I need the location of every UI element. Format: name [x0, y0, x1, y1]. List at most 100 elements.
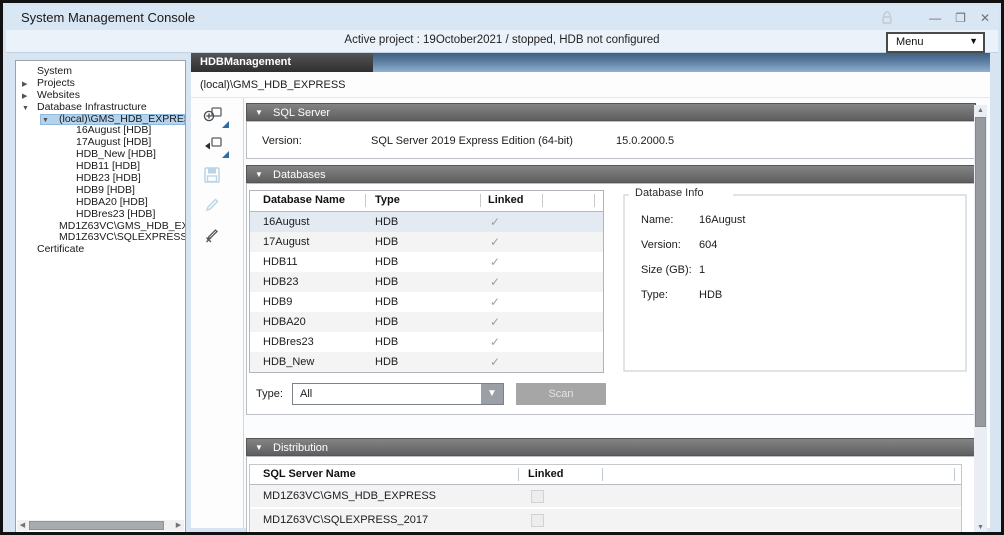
attach-database-button[interactable]	[203, 136, 227, 158]
dropdown-corner-icon	[222, 121, 229, 128]
tree-item-hdbres23-hdb-[interactable]: HDBres23 [HDB]	[16, 209, 185, 221]
maximize-button[interactable]: ❐	[955, 9, 966, 27]
distribution-row[interactable]: MD1Z63VC\SQLEXPRESS_2017	[250, 509, 961, 533]
databases-section-header[interactable]: ▼ Databases	[246, 165, 976, 183]
tree-item-projects[interactable]: ▶Projects	[16, 78, 185, 90]
scroll-right-icon[interactable]: ▶	[173, 520, 184, 531]
tree-item-label: 16August [HDB]	[76, 125, 151, 136]
tree-expanded-arrow-icon[interactable]: ▼	[22, 103, 29, 114]
database-type-cell: HDB	[375, 216, 398, 228]
tree-item-label: Websites	[37, 90, 80, 101]
tree-item-label: (local)\GMS_HDB_EXPRESS	[59, 114, 185, 125]
tree-expanded-arrow-icon[interactable]: ▼	[42, 115, 49, 126]
version-label: Version:	[262, 135, 302, 147]
tree-horizontal-scrollbar[interactable]: ◀ ▶	[17, 520, 184, 531]
app-window: System Management Console — ❐ ✕ Active p…	[0, 0, 1004, 535]
linked-checkbox	[531, 490, 544, 503]
chevron-down-icon: ▼	[969, 36, 978, 46]
tree-item-17august-hdb-[interactable]: 17August [HDB]	[16, 137, 185, 149]
tree-item-md1z63vc-gms-hdb-express[interactable]: MD1Z63VC\GMS_HDB_EXPRESS	[16, 221, 185, 233]
tree-item-system[interactable]: System	[16, 66, 185, 78]
tree-collapsed-arrow-icon[interactable]: ▶	[22, 91, 27, 102]
database-row-hdb11[interactable]: HDB11HDB✓	[250, 252, 603, 272]
scroll-left-icon[interactable]: ◀	[17, 520, 28, 531]
distribution-section-header[interactable]: ▼ Distribution	[246, 438, 976, 456]
tree-item-label: System	[37, 66, 72, 77]
tree-item-websites[interactable]: ▶ Websites	[16, 90, 185, 102]
tree-item-certificate[interactable]: Certificate	[16, 244, 185, 256]
menu-dropdown[interactable]: Menu ▼	[886, 32, 985, 53]
database-row-17august[interactable]: 17AugustHDB✓	[250, 232, 603, 252]
chevron-down-icon[interactable]: ▼	[481, 384, 503, 404]
status-strip: Active project : 19October2021 / stopped…	[6, 30, 998, 53]
info-field-value: HDB	[699, 289, 722, 301]
database-row-hdbres23[interactable]: HDBres23HDB✓	[250, 332, 603, 352]
tab-hdbmanagement[interactable]: HDBManagement	[191, 53, 373, 72]
linked-checkmark-icon: ✓	[490, 275, 500, 289]
tree-item-hdb9-hdb-[interactable]: HDB9 [HDB]	[16, 185, 185, 197]
linked-checkmark-icon: ✓	[490, 315, 500, 329]
linked-checkmark-icon: ✓	[490, 355, 500, 369]
close-button[interactable]: ✕	[980, 9, 990, 27]
database-row-hdba20[interactable]: HDBA20HDB✓	[250, 312, 603, 332]
info-field-row: Version:604	[623, 235, 967, 260]
tree-item-md1z63vc-sqlexpress-2017[interactable]: MD1Z63VC\SQLEXPRESS_2017	[16, 232, 185, 244]
type-filter-dropdown[interactable]: All ▼	[292, 383, 504, 405]
database-row-hdb23[interactable]: HDB23HDB✓	[250, 272, 603, 292]
info-field-value: 604	[699, 239, 717, 251]
sql-server-name-cell: MD1Z63VC\SQLEXPRESS_2017	[263, 514, 428, 526]
tree-collapsed-arrow-icon[interactable]: ▶	[22, 79, 27, 90]
section-title: Distribution	[273, 439, 328, 457]
distribution-table: SQL Server Name Linked MD1Z63VC\GMS_HDB_…	[249, 464, 962, 533]
database-row-16august[interactable]: 16AugustHDB✓	[250, 212, 603, 232]
save-button[interactable]	[203, 166, 227, 188]
database-type-cell: HDB	[375, 236, 398, 248]
sql-edition-value: SQL Server 2019 Express Edition (64-bit)	[371, 135, 573, 147]
minimize-button[interactable]: —	[929, 9, 941, 27]
database-row-hdb_new[interactable]: HDB_NewHDB✓	[250, 352, 603, 372]
tree-item-hdb-new-hdb-[interactable]: HDB_New [HDB]	[16, 149, 185, 161]
database-type-cell: HDB	[375, 336, 398, 348]
database-row-hdb9[interactable]: HDB9HDB✓	[250, 292, 603, 312]
tree-item-database-infrastructure[interactable]: ▼Database Infrastructure	[16, 102, 185, 114]
database-name-cell: HDB9	[263, 296, 292, 308]
database-type-cell: HDB	[375, 296, 398, 308]
databases-table: Database Name Type Linked 16AugustHDB✓17…	[249, 190, 604, 373]
tree-item-hdba20-hdb-[interactable]: HDBA20 [HDB]	[16, 197, 185, 209]
scroll-down-icon[interactable]: ▼	[974, 522, 987, 533]
database-type-cell: HDB	[375, 276, 398, 288]
scroll-up-icon[interactable]: ▲	[974, 105, 987, 116]
scrollbar-thumb[interactable]	[975, 117, 986, 427]
collapse-triangle-icon: ▼	[255, 166, 263, 184]
tree-item-hdb11-hdb-[interactable]: HDB11 [HDB]	[16, 161, 185, 173]
save-icon	[203, 166, 227, 184]
side-toolbar	[191, 98, 243, 528]
distribution-table-header: SQL Server Name Linked	[250, 465, 961, 485]
navigation-tree-panel: System▶Projects▶Websites▼Database Infras…	[15, 60, 186, 533]
main-vertical-scrollbar[interactable]: ▲ ▼	[974, 105, 987, 533]
distribution-section: ▼ Distribution SQL Server Name Linked MD…	[246, 438, 976, 535]
section-title: Databases	[273, 166, 326, 184]
scrollbar-thumb[interactable]	[29, 521, 164, 530]
database-name-cell: HDB_New	[263, 356, 314, 368]
toolbar-divider	[243, 98, 244, 528]
new-database-button[interactable]	[203, 106, 227, 128]
tree-item-hdb23-hdb-[interactable]: HDB23 [HDB]	[16, 173, 185, 185]
disconnect-icon	[203, 226, 227, 244]
disconnect-button[interactable]	[203, 226, 227, 248]
database-name-cell: HDBres23	[263, 336, 314, 348]
database-type-cell: HDB	[375, 316, 398, 328]
titlebar: System Management Console — ❐ ✕	[6, 6, 998, 30]
tree-item-label: HDB9 [HDB]	[76, 185, 135, 196]
database-name-cell: 17August	[263, 236, 309, 248]
sql-server-section-header[interactable]: ▼ SQL Server	[246, 103, 976, 121]
distribution-row[interactable]: MD1Z63VC\GMS_HDB_EXPRESS	[250, 485, 961, 509]
tree-item-16august-hdb-[interactable]: 16August [HDB]	[16, 125, 185, 137]
dropdown-corner-icon	[222, 151, 229, 158]
tree-item-label: HDB23 [HDB]	[76, 173, 141, 184]
tree-item-label: HDBA20 [HDB]	[76, 197, 148, 208]
tree-item-label: Certificate	[37, 244, 84, 255]
tree-item--local-gms-hdb-express[interactable]: ▼ (local)\GMS_HDB_EXPRESS	[16, 114, 185, 126]
scan-button[interactable]: Scan	[516, 383, 606, 405]
edit-button[interactable]	[203, 196, 227, 218]
